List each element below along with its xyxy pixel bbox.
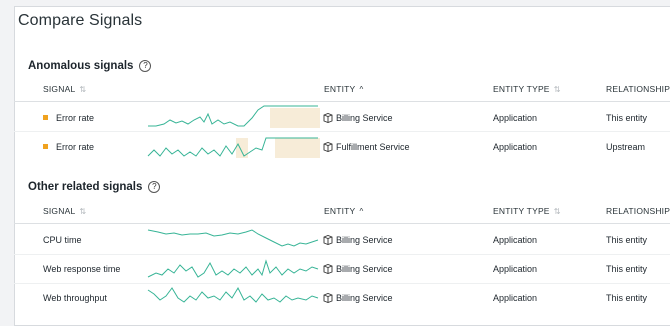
sort-arrows-icon: ⇅ [79, 85, 87, 94]
anomalous-signals-heading: Anomalous signals? [28, 60, 152, 72]
sparkline [147, 259, 319, 278]
column-header-entity-type[interactable]: ENTITY TYPE ⇅ [493, 84, 561, 94]
related-signals-heading: Other related signals? [28, 181, 161, 193]
column-header-entity-type-label: ENTITY TYPE [493, 206, 550, 216]
column-header-relationship[interactable]: RELATIONSHIP [606, 206, 670, 216]
alert-square-icon [43, 115, 48, 120]
table-row-relationship: This entity [606, 113, 648, 123]
sort-ascending-icon: ^ [359, 207, 364, 216]
table-row-entity-type: Application [493, 113, 538, 123]
help-circle-icon[interactable]: ? [148, 181, 161, 193]
sparkline-chart [147, 259, 319, 278]
table-row-relationship: This entity [606, 235, 648, 245]
related-signals-label: Other related signals [28, 181, 143, 193]
table-row-entity-type: Application [493, 293, 538, 303]
entity-label: Fulfillment Service [336, 142, 410, 152]
anomalous-signals-label: Anomalous signals [28, 60, 134, 72]
table-row-signal[interactable]: Web throughput [43, 293, 107, 303]
table-row-signal[interactable]: Web response time [43, 264, 120, 274]
page-title: Compare Signals [18, 12, 143, 29]
column-header-signal-label: SIGNAL [43, 206, 76, 216]
entity-label: Billing Service [336, 293, 393, 303]
sort-ascending-icon: ^ [359, 85, 364, 94]
table-row-relationship: Upstream [606, 142, 646, 152]
sparkline-chart [147, 229, 319, 247]
anomaly-highlight [275, 138, 320, 158]
table-row-relationship: This entity [606, 264, 648, 274]
anomaly-highlight [270, 108, 320, 128]
column-header-relationship[interactable]: RELATIONSHIP [606, 84, 670, 94]
table-row-signal[interactable]: Error rate [43, 113, 94, 123]
entity-cube-icon [323, 264, 333, 276]
sparkline-chart [148, 105, 320, 128]
table-row-entity[interactable]: Billing Service [323, 293, 393, 305]
column-header-signal-label: SIGNAL [43, 84, 76, 94]
table-row-entity[interactable]: Billing Service [323, 113, 393, 125]
table-row-entity[interactable]: Billing Service [323, 264, 393, 276]
entity-label: Billing Service [336, 113, 393, 123]
sort-arrows-icon: ⇅ [553, 85, 561, 94]
sort-arrows-icon: ⇅ [79, 207, 87, 216]
row-divider [14, 254, 670, 255]
column-header-entity[interactable]: ENTITY ^ [324, 84, 363, 94]
entity-label: Billing Service [336, 235, 393, 245]
row-divider [14, 283, 670, 284]
column-header-entity-label: ENTITY [324, 206, 356, 216]
table-row-entity[interactable]: Fulfillment Service [323, 142, 410, 154]
sort-arrows-icon: ⇅ [553, 207, 561, 216]
column-header-relationship-label: RELATIONSHIP [606, 84, 670, 94]
compare-signals-panel [14, 6, 670, 326]
column-header-entity[interactable]: ENTITY ^ [324, 206, 363, 216]
table-row-entity-type: Application [493, 142, 538, 152]
column-header-entity-type-label: ENTITY TYPE [493, 84, 550, 94]
column-header-relationship-label: RELATIONSHIP [606, 206, 670, 216]
entity-cube-icon [323, 113, 333, 125]
signal-label: Error rate [56, 142, 95, 152]
sparkline-chart [147, 137, 320, 158]
header-divider [14, 223, 670, 224]
entity-cube-icon [323, 235, 333, 247]
sparkline-chart [147, 286, 319, 303]
signal-label: Error rate [56, 113, 95, 123]
entity-label: Billing Service [336, 264, 393, 274]
table-row-entity-type: Application [493, 264, 538, 274]
table-row-signal[interactable]: CPU time [43, 235, 82, 245]
alert-square-icon [43, 144, 48, 149]
entity-cube-icon [323, 293, 333, 305]
header-divider [14, 101, 670, 102]
table-row-entity[interactable]: Billing Service [323, 235, 393, 247]
row-divider [14, 131, 670, 132]
help-circle-icon[interactable]: ? [139, 60, 152, 72]
table-row-entity-type: Application [493, 235, 538, 245]
column-header-entity-label: ENTITY [324, 84, 356, 94]
table-row-signal[interactable]: Error rate [43, 142, 94, 152]
sparkline [147, 286, 319, 303]
table-row-relationship: This entity [606, 293, 648, 303]
entity-cube-icon [323, 142, 333, 154]
column-header-entity-type[interactable]: ENTITY TYPE ⇅ [493, 206, 561, 216]
sparkline [147, 229, 319, 247]
column-header-signal[interactable]: SIGNAL ⇅ [43, 84, 86, 94]
column-header-signal[interactable]: SIGNAL ⇅ [43, 206, 86, 216]
